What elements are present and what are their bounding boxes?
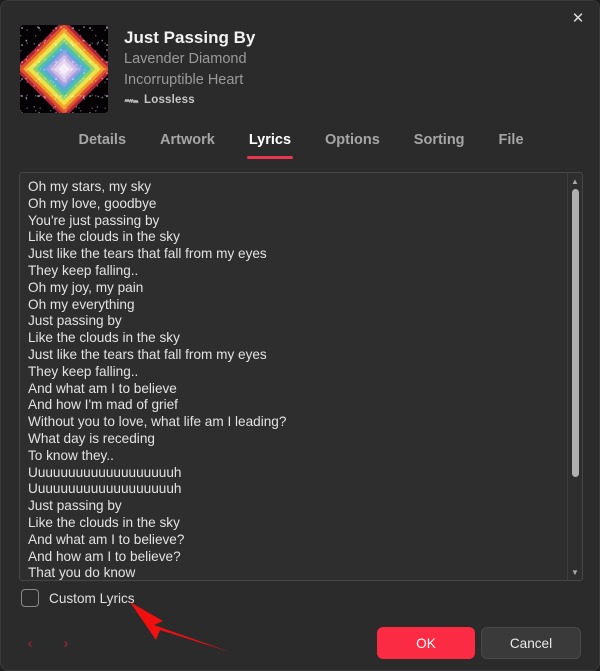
track-title: Just Passing By — [124, 28, 256, 47]
next-track-button[interactable]: › — [53, 630, 79, 656]
lyric-line: You're just passing by — [28, 212, 160, 228]
lyric-line: And how I'm mad of grief — [28, 397, 178, 413]
tab-artwork[interactable]: Artwork — [158, 129, 217, 159]
lyric-line: Oh my everything — [28, 296, 135, 312]
scroll-down-icon[interactable]: ▼ — [568, 565, 582, 579]
track-header: Just Passing By Lavender Diamond Incorru… — [20, 25, 255, 113]
cancel-button[interactable]: Cancel — [481, 627, 581, 659]
ok-button[interactable]: OK — [377, 627, 475, 659]
lossless-label: Lossless — [144, 94, 195, 106]
lyric-line: Like the clouds in the sky — [28, 514, 180, 530]
custom-lyrics-row[interactable]: Custom Lyrics — [21, 589, 135, 607]
lyric-line: Like the clouds in the sky — [28, 330, 180, 346]
lyrics-panel[interactable]: Oh my stars, my sky Oh my love, goodbye Yo… — [19, 172, 583, 581]
lyric-line: To know they.. — [28, 447, 114, 463]
close-icon[interactable]: ✕ — [561, 5, 595, 31]
tab-sorting[interactable]: Sorting — [412, 129, 467, 159]
album-artwork[interactable] — [20, 25, 108, 113]
lyrics-scrollbar[interactable]: ▲ ▼ — [567, 173, 582, 580]
lyric-line: Oh my joy, my pain — [28, 279, 144, 295]
lyric-line: Oh my love, goodbye — [28, 195, 157, 211]
track-metadata: Just Passing By Lavender Diamond Incorru… — [124, 25, 255, 113]
lyric-line: What day is receding — [28, 430, 155, 446]
tab-options[interactable]: Options — [323, 129, 382, 159]
lyric-line: And what am I to believe — [28, 380, 177, 396]
scroll-up-icon[interactable]: ▲ — [568, 174, 582, 188]
scrollbar-thumb[interactable] — [572, 189, 579, 477]
lyric-line: Just like the tears that fall from my ey… — [28, 246, 267, 262]
lyric-line: And what am I to believe? — [28, 531, 185, 547]
custom-lyrics-checkbox[interactable] — [21, 589, 39, 607]
quality-badge: Lossless — [124, 94, 255, 106]
tab-file[interactable]: File — [497, 129, 526, 159]
lyric-line: Uuuuuuuuuuuuuuuuuuuh — [28, 464, 182, 480]
lyric-line: Just passing by — [28, 498, 122, 514]
lyric-line: And how am I to believe? — [28, 548, 181, 564]
artwork-starfield — [20, 25, 108, 113]
custom-lyrics-label: Custom Lyrics — [49, 590, 135, 606]
lyric-line: Without you to love, what life am I lead… — [28, 414, 287, 430]
lyric-line: Oh my stars, my sky — [28, 179, 152, 194]
lyric-line: Like the clouds in the sky — [28, 229, 180, 245]
lyric-line: That you do know — [28, 565, 136, 580]
track-album: Incorruptible Heart — [124, 72, 244, 88]
lossless-waveform-icon — [124, 98, 139, 103]
lyric-line: They keep falling.. — [28, 363, 139, 379]
lyrics-textarea[interactable]: Oh my stars, my sky Oh my love, goodbye Yo… — [20, 173, 567, 580]
lyric-line: They keep falling.. — [28, 262, 139, 278]
lyric-line: Uuuuuuuuuuuuuuuuuuuh — [28, 481, 182, 497]
previous-track-button[interactable]: ‹ — [17, 630, 43, 656]
tab-lyrics[interactable]: Lyrics — [246, 129, 294, 159]
track-info-dialog: ✕ Just Passing By Lavender Diamond Incor… — [0, 0, 600, 671]
annotation-arrow — [130, 602, 230, 652]
tab-details[interactable]: Details — [76, 129, 128, 159]
track-artist: Lavender Diamond — [124, 51, 247, 67]
tab-bar: Details Artwork Lyrics Options Sorting File — [1, 129, 599, 159]
lyric-line: Just like the tears that fall from my ey… — [28, 346, 267, 362]
lyric-line: Just passing by — [28, 313, 122, 329]
